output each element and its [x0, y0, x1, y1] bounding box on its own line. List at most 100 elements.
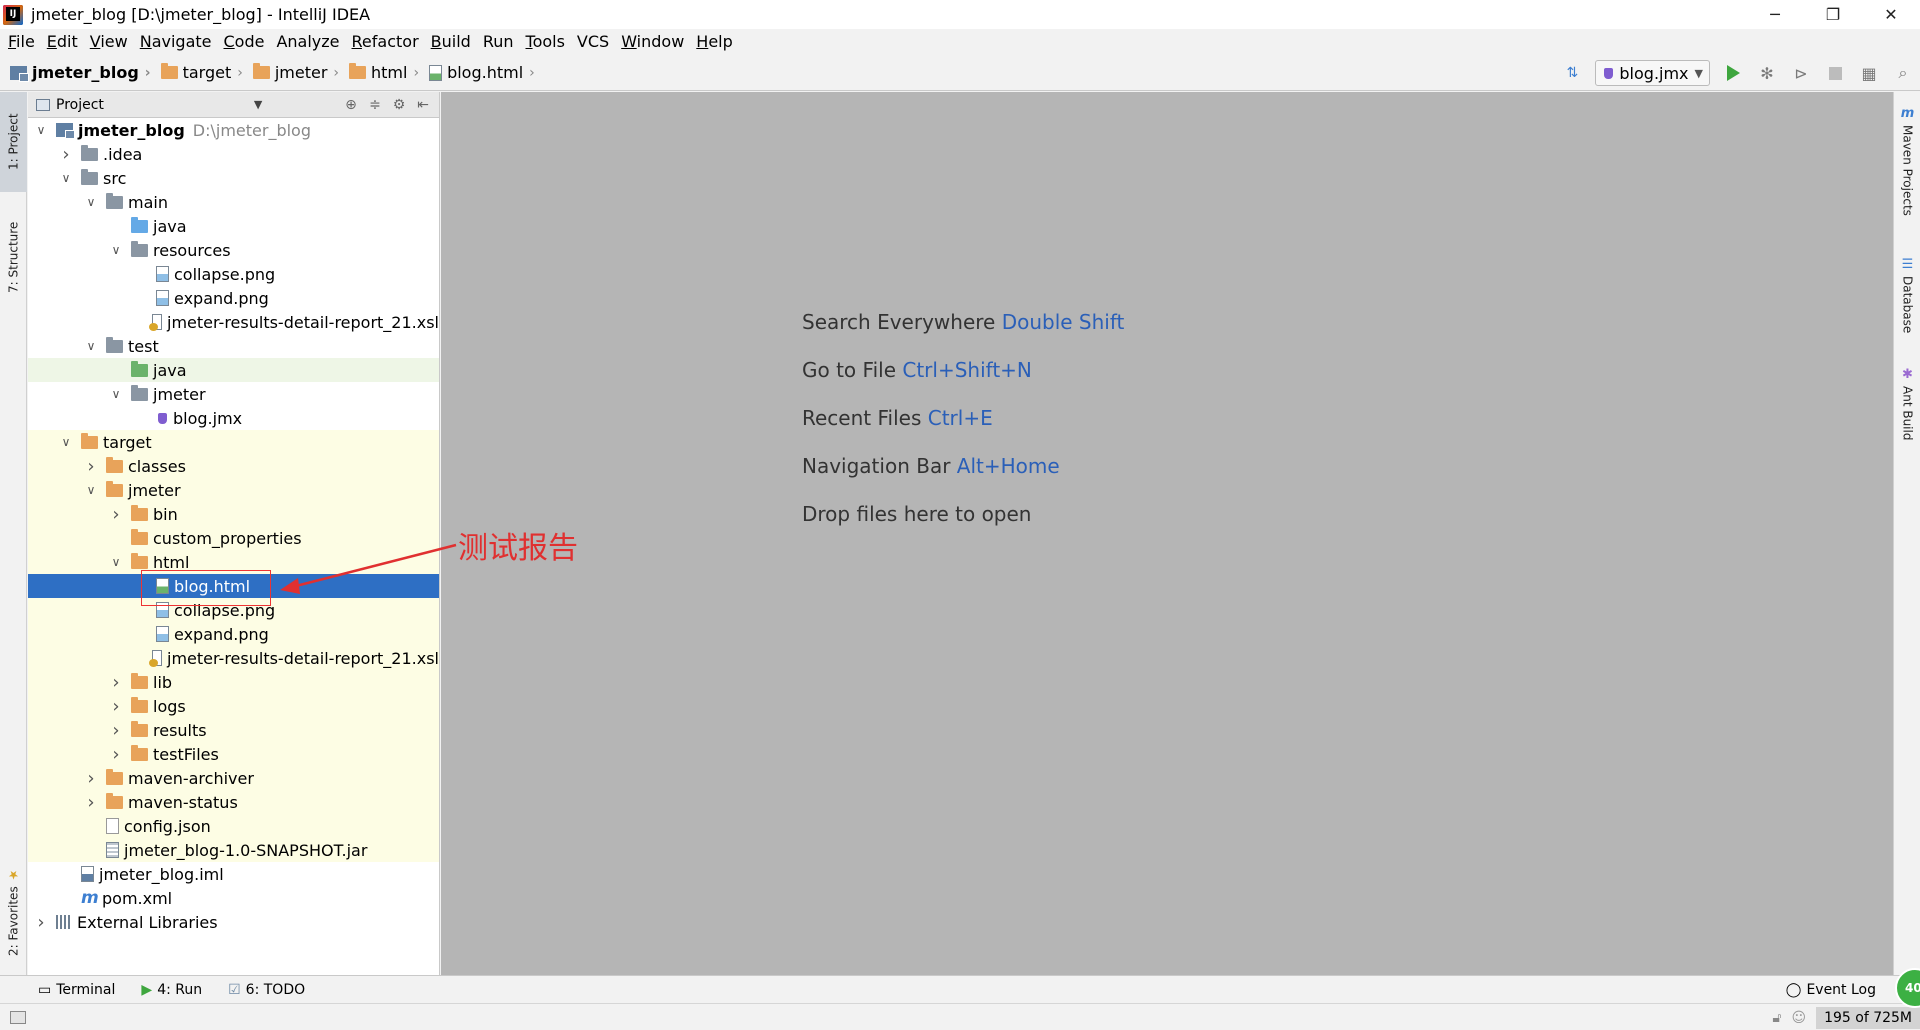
menu-vcs[interactable]: VCS — [571, 29, 615, 55]
tree-item[interactable]: collapse.png — [28, 262, 439, 286]
breadcrumb-target[interactable]: target › — [160, 63, 243, 82]
chevron-right-icon[interactable]: › — [84, 768, 98, 789]
minimize-button[interactable]: ─ — [1746, 0, 1804, 29]
coverage-button[interactable]: ⊳ — [1784, 55, 1818, 91]
inspector-icon[interactable]: ☺ — [1791, 1010, 1806, 1026]
run-config-select[interactable]: blog.jmx ▼ — [1595, 60, 1710, 86]
memory-indicator[interactable]: 195 of 725M — [1816, 1006, 1920, 1029]
tree-item[interactable]: m pom.xml — [28, 886, 439, 910]
tree-item[interactable]: blog.html — [28, 574, 439, 598]
tree-item[interactable]: ∨ test — [28, 334, 439, 358]
breadcrumb-jmeter[interactable]: jmeter › — [252, 63, 339, 82]
tree-item[interactable]: collapse.png — [28, 598, 439, 622]
maximize-button[interactable]: ❐ — [1804, 0, 1862, 29]
chevron-down-icon[interactable]: ∨ — [59, 435, 73, 449]
chevron-right-icon[interactable]: › — [59, 144, 73, 165]
run-button[interactable] — [1716, 55, 1750, 91]
tree-item[interactable]: › logs — [28, 694, 439, 718]
menu-help[interactable]: Help — [690, 29, 738, 55]
tool-window-toggle-icon[interactable] — [10, 1010, 26, 1024]
tree-item[interactable]: › maven-archiver — [28, 766, 439, 790]
chevron-down-icon[interactable]: ∨ — [109, 243, 123, 257]
gear-icon[interactable]: ⚙ — [387, 93, 411, 117]
stop-button[interactable] — [1818, 55, 1852, 91]
chevron-down-icon[interactable]: ∨ — [34, 123, 48, 137]
tree-item[interactable]: › lib — [28, 670, 439, 694]
sort-icon[interactable]: ⇅ — [1555, 55, 1589, 91]
tree-item[interactable]: jmeter-results-detail-report_21.xsl — [28, 646, 439, 670]
tree-item[interactable]: ∨ resources — [28, 238, 439, 262]
tab-favorites[interactable]: 2: Favorites ★ — [0, 852, 27, 972]
close-button[interactable]: ✕ — [1862, 0, 1920, 29]
editor-area[interactable]: Search Everywhere Double Shift Go to File… — [441, 92, 1893, 975]
tree-item[interactable]: jmeter-results-detail-report_21.xsl — [28, 310, 439, 334]
tab-database[interactable]: ☰ Database — [1894, 257, 1920, 367]
tree-item[interactable]: blog.jmx — [28, 406, 439, 430]
menu-tools[interactable]: Tools — [520, 29, 571, 55]
breadcrumb-project[interactable]: jmeter_blog › — [10, 63, 151, 82]
tree-item[interactable]: ∨ target — [28, 430, 439, 454]
tree-item[interactable]: › classes — [28, 454, 439, 478]
chevron-down-icon[interactable]: ∨ — [59, 171, 73, 185]
tree-item[interactable]: java — [28, 214, 439, 238]
chevron-right-icon[interactable]: › — [109, 720, 123, 741]
menu-window[interactable]: Window — [615, 29, 690, 55]
tree-item[interactable]: ∨ html — [28, 550, 439, 574]
tree-item[interactable]: ∨ main — [28, 190, 439, 214]
breadcrumb-html[interactable]: html › — [349, 63, 419, 82]
tree-item[interactable]: ∨ src — [28, 166, 439, 190]
menu-edit[interactable]: Edit — [41, 29, 84, 55]
tree-item[interactable]: config.json — [28, 814, 439, 838]
menu-view[interactable]: View — [84, 29, 134, 55]
tab-run[interactable]: ▶ 4: Run — [133, 982, 210, 998]
chevron-down-icon[interactable]: ▼ — [254, 98, 262, 111]
collapse-all-icon[interactable]: ≑ — [363, 93, 387, 117]
chevron-down-icon[interactable]: ∨ — [109, 555, 123, 569]
chevron-right-icon[interactable]: › — [109, 672, 123, 693]
tab-event-log[interactable]: ◯ Event Log — [1786, 976, 1876, 1004]
tree-item[interactable]: jmeter_blog.iml — [28, 862, 439, 886]
tab-todo[interactable]: ☑ 6: TODO — [220, 982, 313, 998]
search-button[interactable]: ⌕ — [1886, 55, 1920, 91]
tree-item[interactable]: expand.png — [28, 286, 439, 310]
menu-analyze[interactable]: Analyze — [270, 29, 345, 55]
debug-button[interactable]: ✻ — [1750, 55, 1784, 91]
tree-item[interactable]: ∨ jmeter — [28, 382, 439, 406]
chevron-down-icon[interactable]: ∨ — [84, 483, 98, 497]
tree-item[interactable]: ∨ jmeter_blog D:\jmeter_blog — [28, 118, 439, 142]
menu-file[interactable]: File — [2, 29, 41, 55]
menu-navigate[interactable]: Navigate — [134, 29, 218, 55]
tab-structure[interactable]: 7: Structure — [0, 202, 27, 312]
chevron-right-icon[interactable]: › — [109, 504, 123, 525]
tab-terminal[interactable]: ▭ Terminal — [30, 982, 123, 998]
breadcrumb-file[interactable]: blog.html › — [429, 63, 535, 82]
tree-item[interactable]: expand.png — [28, 622, 439, 646]
tab-maven-projects[interactable]: m Maven Projects — [1894, 106, 1920, 236]
chevron-right-icon[interactable]: › — [84, 792, 98, 813]
chevron-right-icon[interactable]: › — [84, 456, 98, 477]
chevron-right-icon[interactable]: › — [34, 912, 48, 933]
tab-project[interactable]: 1: Project — [0, 92, 27, 192]
lock-icon[interactable]: 🔓︎ — [1772, 1010, 1781, 1026]
tree-item[interactable]: jmeter_blog-1.0-SNAPSHOT.jar — [28, 838, 439, 862]
menu-build[interactable]: Build — [425, 29, 477, 55]
menu-code[interactable]: Code — [218, 29, 271, 55]
tab-ant-build[interactable]: ✱ Ant Build — [1894, 367, 1920, 477]
hide-panel-icon[interactable]: ⇤ — [411, 93, 435, 117]
chevron-right-icon[interactable]: › — [109, 744, 123, 765]
chevron-down-icon[interactable]: ∨ — [84, 195, 98, 209]
tree-item[interactable]: › .idea — [28, 142, 439, 166]
tree-item[interactable]: › results — [28, 718, 439, 742]
tree-item[interactable]: › bin — [28, 502, 439, 526]
chevron-down-icon[interactable]: ∨ — [84, 339, 98, 353]
chevron-down-icon[interactable]: ∨ — [109, 387, 123, 401]
chevron-right-icon[interactable]: › — [109, 696, 123, 717]
tree-item[interactable]: › maven-status — [28, 790, 439, 814]
tree-item[interactable]: ∨ jmeter — [28, 478, 439, 502]
tree-item[interactable]: › External Libraries — [28, 910, 439, 934]
menu-run[interactable]: Run — [477, 29, 520, 55]
tree-item[interactable]: java — [28, 358, 439, 382]
project-structure-button[interactable]: ▦ — [1852, 55, 1886, 91]
menu-refactor[interactable]: Refactor — [346, 29, 425, 55]
locate-icon[interactable]: ⊕ — [339, 93, 363, 117]
